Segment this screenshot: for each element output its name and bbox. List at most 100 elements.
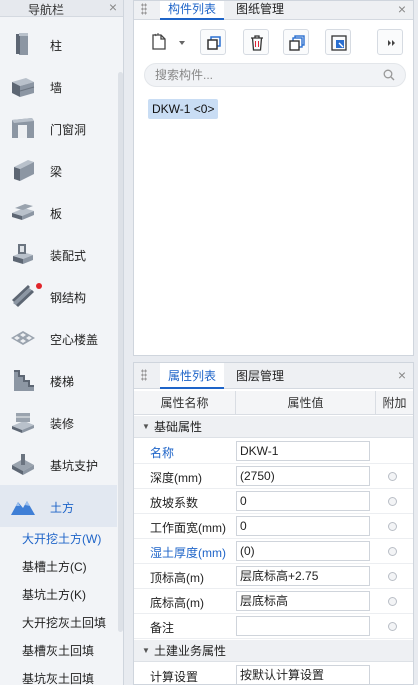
property-value-input[interactable] (236, 616, 370, 636)
group-label: 基础属性 (154, 420, 203, 434)
property-value-input[interactable]: 层底标高+2.75 (236, 566, 370, 586)
tab-layer-management[interactable]: 图层管理 (228, 363, 292, 389)
nav-item-decoration[interactable]: 装修 (0, 401, 117, 443)
more-icon (388, 40, 395, 46)
property-label: 深度(mm) (150, 471, 202, 485)
property-value-input[interactable]: 层底标高 (236, 591, 370, 611)
sub-item-open-excavation[interactable]: 大开挖土方(W) (0, 525, 117, 553)
property-panel: 属性列表 图层管理 × 属性名称 属性值 附加 ▼ 基础属性 名称 DKW-1 … (133, 362, 414, 685)
slab-icon (10, 199, 36, 225)
property-row-top-elevation: 顶标高(m) 层底标高+2.75 (134, 564, 413, 589)
nav-title: 导航栏 (28, 3, 65, 17)
search-box (144, 63, 406, 87)
tab-component-list[interactable]: 构件列表 (160, 1, 225, 20)
nav-item-label: 楼梯 (50, 375, 75, 389)
group-basic-properties[interactable]: ▼ 基础属性 (134, 416, 413, 438)
copy-button[interactable] (200, 29, 226, 55)
nav-item-label: 梁 (50, 165, 63, 179)
property-tabbar: 属性列表 图层管理 × (134, 363, 413, 389)
sub-item-pit-earthwork[interactable]: 基坑土方(K) (0, 581, 117, 609)
extra-radio[interactable] (388, 472, 397, 481)
extra-radio[interactable] (388, 547, 397, 556)
extra-radio[interactable] (388, 522, 397, 531)
property-grid-header: 属性名称 属性值 附加 (134, 391, 413, 415)
property-value-input[interactable]: DKW-1 (236, 441, 370, 461)
dropdown-icon (179, 41, 185, 45)
drag-handle-icon[interactable] (141, 369, 147, 381)
nav-item-prefab[interactable]: 装配式 (0, 233, 117, 275)
extra-radio[interactable] (388, 572, 397, 581)
property-close-icon[interactable]: × (398, 367, 406, 383)
hollow-floor-icon (10, 325, 36, 351)
search-icon[interactable] (383, 69, 395, 81)
property-value-input[interactable]: 0 (236, 516, 370, 536)
nav-item-label: 门窗洞 (50, 123, 87, 137)
property-value-input[interactable]: (0) (236, 541, 370, 561)
property-value-input[interactable]: 0 (236, 491, 370, 511)
extra-radio[interactable] (388, 597, 397, 606)
group-label: 土建业务属性 (154, 644, 227, 658)
drag-handle-icon[interactable] (141, 3, 147, 15)
more-button[interactable] (377, 29, 403, 55)
pit-support-icon (10, 451, 36, 477)
export-button[interactable] (325, 29, 351, 55)
tab-property-list[interactable]: 属性列表 (160, 363, 225, 389)
nav-item-slab[interactable]: 板 (0, 191, 117, 233)
sub-item-pit-backfill[interactable]: 基坑灰土回填 (0, 665, 117, 685)
steel-structure-icon (10, 283, 36, 309)
new-component-button[interactable] (146, 29, 190, 55)
stairs-icon (10, 367, 36, 393)
group-civil-business-properties[interactable]: ▼ 土建业务属性 (134, 640, 413, 662)
extra-radio[interactable] (388, 622, 397, 631)
nav-item-label: 墙 (50, 81, 63, 95)
property-label: 备注 (150, 621, 175, 635)
nav-item-hollow-floor[interactable]: 空心楼盖 (0, 317, 117, 359)
nav-item-label: 土方 (50, 501, 75, 515)
navigation-panel: 导航栏 × 柱 墙 门窗洞 梁 板 装配式 钢结构 空心楼盖 楼梯 装修 基坑支… (0, 0, 124, 685)
nav-header: 导航栏 × (0, 0, 123, 17)
property-row-work-width: 工作面宽(mm) 0 (134, 514, 413, 539)
nav-item-label: 空心楼盖 (50, 333, 99, 347)
nav-close-icon[interactable]: × (109, 0, 117, 15)
component-close-icon[interactable]: × (398, 1, 406, 17)
nav-item-earthwork[interactable]: 土方 (0, 485, 117, 527)
sub-item-open-backfill[interactable]: 大开挖灰土回填 (0, 609, 117, 637)
nav-item-label: 柱 (50, 39, 63, 53)
sub-item-trench-earthwork[interactable]: 基槽土方(C) (0, 553, 117, 581)
nav-item-label: 装配式 (50, 249, 87, 263)
property-label: 底标高(m) (150, 596, 204, 610)
nav-item-stairs[interactable]: 楼梯 (0, 359, 117, 401)
collapse-icon[interactable]: ▼ (142, 416, 150, 438)
column-header-value: 属性值 (236, 391, 376, 415)
property-label: 放坡系数 (150, 496, 199, 510)
component-item-selected[interactable]: DKW-1 <0> (148, 99, 219, 119)
nav-item-column[interactable]: 柱 (0, 23, 117, 65)
column-icon (10, 31, 36, 57)
delete-button[interactable] (243, 29, 269, 55)
nav-item-pit-support[interactable]: 基坑支护 (0, 443, 117, 485)
nav-item-door-window[interactable]: 门窗洞 (0, 107, 117, 149)
nav-item-wall[interactable]: 墙 (0, 65, 117, 107)
property-row-wet-soil: 湿土厚度(mm) (0) (134, 539, 413, 564)
component-tabbar: 构件列表 图纸管理 × (134, 1, 413, 20)
sub-item-trench-backfill[interactable]: 基槽灰土回填 (0, 637, 117, 665)
nav-scrollbar[interactable] (118, 72, 123, 632)
beam-icon (10, 157, 36, 183)
layer-copy-button[interactable] (283, 29, 309, 55)
property-row-depth: 深度(mm) (2750) (134, 464, 413, 489)
nav-item-steel-structure[interactable]: 钢结构 (0, 275, 117, 317)
property-value-input[interactable]: 按默认计算设置 (236, 665, 370, 685)
search-input[interactable] (155, 67, 375, 83)
property-label: 湿土厚度(mm) (150, 546, 226, 560)
property-row-slope: 放坡系数 0 (134, 489, 413, 514)
collapse-icon[interactable]: ▼ (142, 640, 150, 662)
property-label: 计算设置 (150, 670, 199, 684)
extra-radio[interactable] (388, 497, 397, 506)
nav-item-label: 装修 (50, 417, 75, 431)
notification-badge (36, 283, 42, 289)
property-row-bottom-elevation: 底标高(m) 层底标高 (134, 589, 413, 614)
nav-item-beam[interactable]: 梁 (0, 149, 117, 191)
nav-item-label: 板 (50, 207, 63, 221)
property-value-input[interactable]: (2750) (236, 466, 370, 486)
tab-drawing-management[interactable]: 图纸管理 (228, 1, 292, 20)
